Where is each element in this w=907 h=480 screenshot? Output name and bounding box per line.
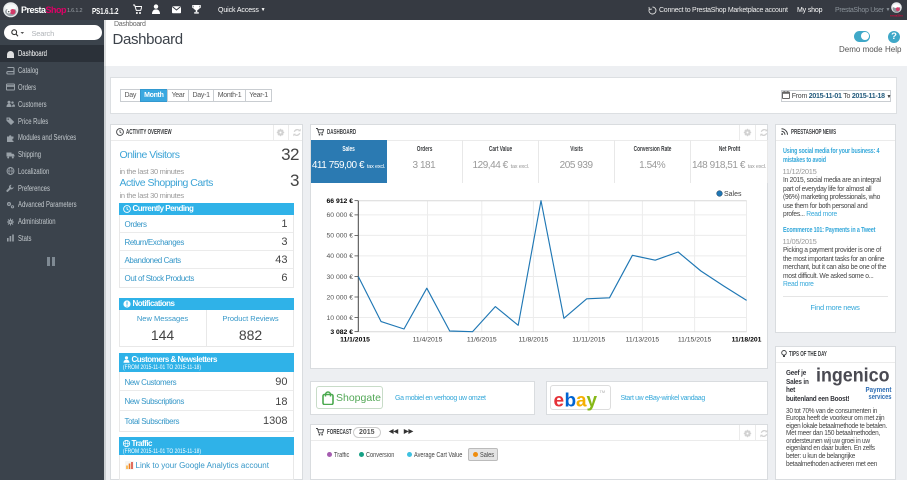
svg-text:60 000 €: 60 000 €: [327, 212, 354, 219]
svg-text:11/8/2015: 11/8/2015: [519, 337, 549, 344]
svg-text:Sales: Sales: [724, 191, 742, 198]
svg-text:b: b: [564, 390, 576, 411]
svg-text:20 000 €: 20 000 €: [327, 294, 354, 301]
svg-text:11/18/201: 11/18/201: [732, 337, 762, 344]
svg-text:10 000 €: 10 000 €: [327, 315, 354, 322]
svg-text:11/13/2015: 11/13/2015: [626, 337, 660, 344]
svg-text:3 082 €: 3 082 €: [330, 329, 353, 336]
svg-text:11/4/2015: 11/4/2015: [413, 337, 443, 344]
svg-text:ingenico: ingenico: [816, 365, 890, 386]
svg-text:50 000 €: 50 000 €: [327, 233, 354, 240]
svg-text:TM: TM: [599, 390, 604, 394]
svg-text:PrestaShop: PrestaShop: [890, 14, 903, 18]
svg-text:40 000 €: 40 000 €: [327, 253, 354, 260]
svg-text:a: a: [576, 390, 587, 411]
svg-text:66 912 €: 66 912 €: [327, 198, 354, 205]
svg-text:11/11/2015: 11/11/2015: [572, 337, 605, 344]
svg-text:11/6/2015: 11/6/2015: [467, 337, 497, 344]
svg-text:11/15/2015: 11/15/2015: [678, 337, 712, 344]
svg-text:y: y: [586, 390, 597, 411]
svg-text:e: e: [553, 390, 564, 411]
svg-text:30 000 €: 30 000 €: [327, 274, 354, 281]
svg-text:Payment: Payment: [865, 387, 892, 394]
svg-text:11/1/2015: 11/1/2015: [340, 337, 370, 344]
